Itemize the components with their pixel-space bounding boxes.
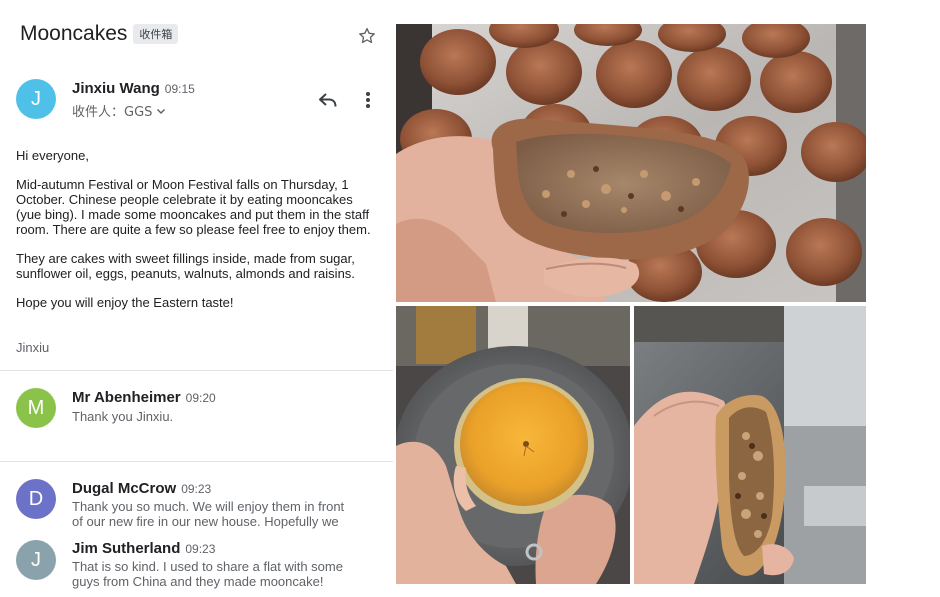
inbox-label-chip[interactable]: 收件箱 xyxy=(133,24,179,44)
mooncake-filling-image xyxy=(634,306,866,584)
message-time: 09:23 xyxy=(181,482,212,496)
body-paragraph: They are cakes with sweet fillings insid… xyxy=(16,250,355,281)
body-paragraph: Mid-autumn Festival or Moon Festival fal… xyxy=(16,177,371,237)
avatar-letter: J xyxy=(31,87,41,110)
reply-snippet[interactable]: Thank you Jinxiu. xyxy=(72,409,372,424)
avatar[interactable]: M xyxy=(16,388,56,428)
reply-sender-line: Jim Sutherland 09:23 xyxy=(72,540,215,557)
message-time: 09:23 xyxy=(185,542,216,556)
message-body: Hi everyone, Mid-autumn Festival or Moon… xyxy=(16,148,376,325)
star-icon xyxy=(359,28,375,44)
greeting-text: Hi everyone, xyxy=(16,148,89,163)
body-paragraph: Hope you will enjoy the Eastern taste! xyxy=(16,294,234,310)
more-options-button[interactable] xyxy=(358,88,378,112)
photo-collage xyxy=(396,24,866,584)
snippet-line: That is so kind. I used to share a flat … xyxy=(72,559,343,574)
reply-snippet[interactable]: Thank you so much. We will enjoy them in… xyxy=(72,499,372,529)
snippet-line: of our new fire in our new house. Hopefu… xyxy=(72,514,339,529)
reply-sender-line: Dugal McCrow 09:23 xyxy=(72,480,211,497)
signature-text: Jinxiu xyxy=(16,340,50,355)
reply-button[interactable] xyxy=(314,88,342,112)
avatar[interactable]: D xyxy=(16,479,56,519)
more-vert-icon xyxy=(366,92,370,108)
sender-name[interactable]: Dugal McCrow xyxy=(72,480,176,497)
reply-icon xyxy=(319,93,337,107)
sender-name[interactable]: Jinxiu Wang xyxy=(72,80,160,97)
snippet-line: Thank you so much. We will enjoy them in… xyxy=(72,499,345,514)
sender-line: Jinxiu Wang 09:15 xyxy=(72,80,195,97)
divider xyxy=(0,461,393,462)
mooncake-top-image xyxy=(396,306,630,584)
snippet-line: Thank you Jinxiu. xyxy=(72,409,174,424)
chevron-down-icon xyxy=(157,108,166,114)
message-time: 09:15 xyxy=(164,82,195,96)
thread-subject: Mooncakes xyxy=(20,22,128,45)
mooncake-tray-image xyxy=(396,24,866,302)
mooncake-top-photo[interactable] xyxy=(396,306,630,584)
mooncake-filling-photo[interactable] xyxy=(634,306,866,584)
avatar-letter: J xyxy=(31,548,41,571)
sender-name[interactable]: Mr Abenheimer xyxy=(72,389,181,406)
email-thread-panel: Mooncakes 收件箱 J Jinxiu Wang 09:15 收件人：GG… xyxy=(0,0,393,597)
snippet-line: guys from China and they made mooncake! xyxy=(72,574,324,589)
sender-name[interactable]: Jim Sutherland xyxy=(72,540,180,557)
avatar-letter: M xyxy=(27,396,45,419)
reply-snippet[interactable]: That is so kind. I used to share a flat … xyxy=(72,559,372,589)
avatar[interactable]: J xyxy=(16,540,56,580)
subject-row: Mooncakes 收件箱 xyxy=(20,22,179,46)
divider xyxy=(0,370,393,371)
avatar-letter: D xyxy=(28,487,44,510)
mooncake-tray-photo[interactable] xyxy=(396,24,866,302)
recipient-toggle[interactable]: 收件人：GGS xyxy=(72,101,167,120)
avatar[interactable]: J xyxy=(16,79,56,119)
star-button[interactable] xyxy=(355,24,379,48)
reply-sender-line: Mr Abenheimer 09:20 xyxy=(72,389,216,406)
message-time: 09:20 xyxy=(185,391,216,405)
recipient-label: 收件人：GGS xyxy=(72,105,153,120)
